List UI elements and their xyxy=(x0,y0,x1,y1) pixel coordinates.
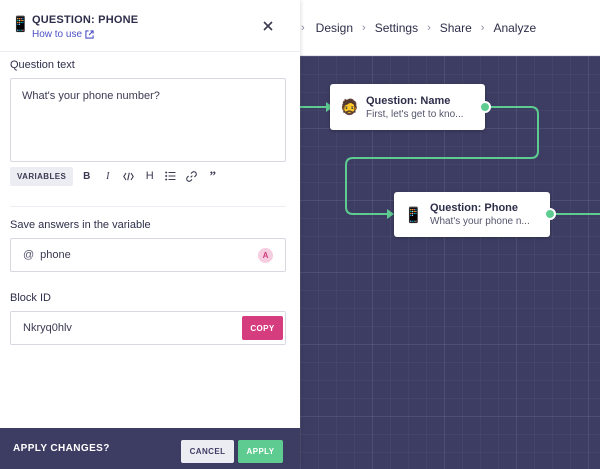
nav-design[interactable]: Design xyxy=(316,21,353,35)
variable-value: phone xyxy=(40,249,71,261)
at-icon: @ xyxy=(23,249,35,261)
nav-separator: › xyxy=(362,21,366,34)
external-link-icon xyxy=(85,30,94,39)
how-to-use-label: How to use xyxy=(32,29,83,40)
person-icon: 🧔 xyxy=(340,99,359,116)
block-id-field[interactable]: Nkryq0hlv COPY xyxy=(10,311,286,345)
node-title: Question: Name xyxy=(366,94,451,107)
code-icon[interactable] xyxy=(118,167,139,185)
italic-icon[interactable]: I xyxy=(97,167,118,185)
phone-icon: 📱 xyxy=(404,206,423,224)
nav-separator: › xyxy=(427,21,431,34)
variable-input[interactable]: @ phone A xyxy=(10,238,286,272)
variable-type-badge: A xyxy=(258,248,273,263)
nav-separator: › xyxy=(480,21,485,34)
node-subtitle: What's your phone n... xyxy=(430,216,530,227)
nav-settings[interactable]: Settings xyxy=(375,21,418,35)
flow-node-name[interactable]: 🧔 Question: Name First, let's get to kno… xyxy=(330,84,491,130)
how-to-use-link[interactable]: How to use xyxy=(32,29,94,40)
node-output-port[interactable] xyxy=(479,101,491,113)
section-divider xyxy=(10,206,286,207)
node-subtitle: First, let's get to kno... xyxy=(366,108,464,120)
node-output-port[interactable] xyxy=(544,208,556,220)
block-id-label: Block ID xyxy=(10,292,51,304)
copy-button[interactable]: COPY xyxy=(242,316,283,340)
apply-button[interactable]: APPLY xyxy=(238,440,283,463)
apply-changes-label: APPLY CHANGES? xyxy=(13,443,110,454)
format-toolbar: VARIABLES B I H ” xyxy=(10,166,286,186)
variables-button[interactable]: VARIABLES xyxy=(10,166,74,186)
question-text-input[interactable]: What's your phone number? xyxy=(10,78,286,162)
question-panel: 📱 QUESTION: PHONE How to use Question te… xyxy=(0,0,300,469)
link-icon[interactable] xyxy=(181,167,202,185)
flow-node-phone[interactable]: 📱 Question: Phone What's your phone n... xyxy=(394,192,556,237)
phone-icon: 📱 xyxy=(11,16,30,33)
heading-icon[interactable]: H xyxy=(139,167,160,185)
panel-header: 📱 QUESTION: PHONE How to use xyxy=(0,0,300,52)
block-id-value: Nkryq0hlv xyxy=(23,322,72,334)
nav-separator: › xyxy=(301,21,305,34)
question-text-label: Question text xyxy=(10,59,75,71)
quote-icon[interactable]: ” xyxy=(202,167,223,185)
list-icon[interactable] xyxy=(160,167,181,185)
cancel-button[interactable]: CANCEL xyxy=(181,440,234,463)
close-icon[interactable] xyxy=(260,18,276,34)
apply-changes-bar: APPLY CHANGES? CANCEL APPLY xyxy=(0,428,300,469)
nav-analyze[interactable]: Analyze xyxy=(493,21,536,35)
nav-share[interactable]: Share xyxy=(440,21,472,35)
panel-title: QUESTION: PHONE xyxy=(32,14,139,26)
node-title: Question: Phone xyxy=(430,202,518,214)
save-variable-label: Save answers in the variable xyxy=(10,219,151,231)
top-nav: › Design › Settings › Share › Analyze xyxy=(300,0,600,56)
flow-canvas[interactable]: 🧔 Question: Name First, let's get to kno… xyxy=(300,56,600,469)
connector-arrow xyxy=(387,209,394,219)
bold-icon[interactable]: B xyxy=(76,167,97,185)
